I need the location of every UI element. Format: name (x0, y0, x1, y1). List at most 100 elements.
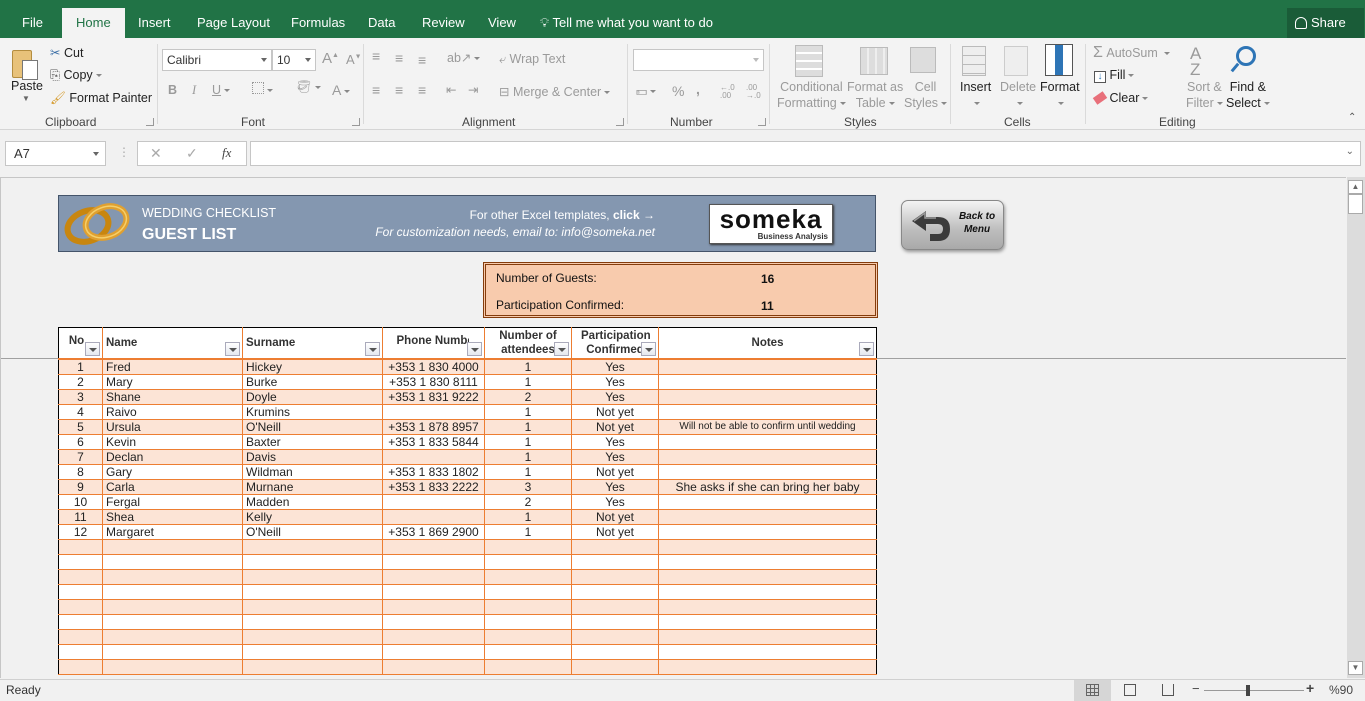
tab-insert[interactable]: Insert (136, 8, 173, 38)
cell-confirmed[interactable]: Not yet (571, 524, 659, 540)
cell-empty[interactable] (484, 644, 572, 660)
align-bottom-button[interactable]: ≡ (418, 52, 426, 68)
underline-button[interactable]: U (212, 83, 231, 97)
cell-phone[interactable] (382, 404, 485, 420)
cell-notes[interactable] (658, 524, 877, 540)
format-as-table-icon[interactable] (860, 47, 888, 75)
cell-name[interactable]: Fred (102, 358, 243, 375)
merge-center-button[interactable]: ⊟ Merge & Center (499, 84, 611, 99)
cell-surname[interactable]: Kelly (242, 509, 383, 525)
cell-empty[interactable] (242, 629, 383, 645)
magnifier-icon[interactable] (1236, 46, 1256, 66)
decrease-indent-button[interactable]: ⇤ (446, 82, 456, 97)
cell-empty[interactable] (242, 644, 383, 660)
paste-button[interactable]: Paste (11, 79, 43, 93)
cell-confirmed[interactable]: Yes (571, 449, 659, 465)
cell-empty[interactable] (484, 659, 572, 675)
cell-attendees[interactable]: 1 (484, 524, 572, 540)
percent-button[interactable]: % (672, 83, 684, 99)
cell-confirmed[interactable]: Yes (571, 358, 659, 375)
tab-data[interactable]: Data (366, 8, 397, 38)
cell-surname[interactable]: Wildman (242, 464, 383, 480)
clipboard-launcher-icon[interactable] (146, 118, 154, 126)
cell-confirmed[interactable]: Not yet (571, 419, 659, 435)
cell-empty[interactable] (102, 569, 243, 585)
sort-filter-button[interactable]: Sort & Filter (1186, 79, 1223, 111)
cell-empty[interactable] (484, 569, 572, 585)
worksheet[interactable]: WEDDING CHECKLIST GUEST LIST For other E… (0, 177, 1346, 678)
cell-empty[interactable] (58, 599, 103, 615)
cell-surname[interactable]: Baxter (242, 434, 383, 450)
cell-notes[interactable]: She asks if she can bring her baby (658, 479, 877, 495)
cell-empty[interactable] (382, 569, 485, 585)
tab-view[interactable]: View (486, 8, 518, 38)
fill-color-button[interactable]: 🪣︎ (296, 80, 321, 95)
cell-empty[interactable] (484, 539, 572, 555)
cell-empty[interactable] (58, 644, 103, 660)
cell-phone[interactable]: +353 1 830 8111 (382, 374, 485, 390)
cell-phone[interactable] (382, 449, 485, 465)
cell-phone[interactable]: +353 1 833 2222 (382, 479, 485, 495)
cell-empty[interactable] (382, 659, 485, 675)
cell-name[interactable]: Mary (102, 374, 243, 390)
cancel-icon[interactable]: ✕ (150, 145, 162, 162)
click-link[interactable]: click → (613, 208, 655, 222)
cell-name[interactable]: Margaret (102, 524, 243, 540)
insert-function-icon[interactable]: fx (222, 145, 231, 161)
cell-empty[interactable] (58, 659, 103, 675)
cell-confirmed[interactable]: Yes (571, 374, 659, 390)
cell-notes[interactable] (658, 434, 877, 450)
cell-empty[interactable] (382, 629, 485, 645)
shrink-font-button[interactable]: A▼ (346, 52, 362, 67)
cell-surname[interactable]: Doyle (242, 389, 383, 405)
cell-attendees[interactable]: 3 (484, 479, 572, 495)
cell-empty[interactable] (102, 539, 243, 555)
cell-name[interactable]: Gary (102, 464, 243, 480)
cell-empty[interactable] (382, 539, 485, 555)
cell-surname[interactable]: Burke (242, 374, 383, 390)
cell-empty[interactable] (658, 659, 877, 675)
fill-button[interactable]: ↓ Fill (1094, 68, 1135, 83)
decrease-decimal-button[interactable]: .00 →.0 (746, 84, 764, 100)
paste-icon[interactable] (10, 46, 40, 82)
cell-confirmed[interactable]: Not yet (571, 509, 659, 525)
delete-cells-icon[interactable] (1004, 46, 1028, 76)
cell-empty[interactable] (102, 584, 243, 600)
cell-confirmed[interactable]: Yes (571, 389, 659, 405)
cell-no[interactable]: 8 (58, 464, 103, 480)
cell-attendees[interactable]: 1 (484, 464, 572, 480)
cell-no[interactable]: 12 (58, 524, 103, 540)
align-right-button[interactable]: ≡ (418, 82, 426, 98)
cell-surname[interactable]: O'Neill (242, 524, 383, 540)
conditional-formatting-button[interactable]: Conditional Formatting (777, 79, 846, 111)
cell-styles-icon[interactable] (910, 47, 936, 73)
cell-attendees[interactable]: 1 (484, 449, 572, 465)
cell-phone[interactable]: +353 1 830 4000 (382, 358, 485, 375)
cell-attendees[interactable]: 1 (484, 419, 572, 435)
cell-no[interactable]: 4 (58, 404, 103, 420)
cell-empty[interactable] (382, 644, 485, 660)
cell-empty[interactable] (571, 584, 659, 600)
format-painter-button[interactable]: 🖌︎ Format Painter (50, 91, 152, 106)
cell-empty[interactable] (382, 554, 485, 570)
filter-dropdown-icon[interactable] (859, 341, 874, 356)
normal-view-button[interactable] (1074, 680, 1111, 701)
conditional-formatting-icon[interactable] (795, 45, 823, 77)
cell-empty[interactable] (242, 659, 383, 675)
tab-formulas[interactable]: Formulas (289, 8, 347, 38)
email-text[interactable]: For customization needs, email to: info@… (375, 225, 655, 239)
cell-surname[interactable]: Hickey (242, 358, 383, 375)
page-layout-view-icon[interactable] (1124, 684, 1136, 696)
find-select-button[interactable]: Find & Select (1226, 79, 1270, 111)
cell-empty[interactable] (571, 599, 659, 615)
cell-phone[interactable]: +353 1 831 9222 (382, 389, 485, 405)
increase-indent-button[interactable]: ⇥ (468, 82, 478, 97)
bold-button[interactable]: B (168, 83, 177, 97)
cell-empty[interactable] (658, 569, 877, 585)
cell-empty[interactable] (571, 539, 659, 555)
cell-notes[interactable] (658, 464, 877, 480)
autosum-button[interactable]: Σ AutoSum (1093, 44, 1171, 62)
scroll-up-icon[interactable]: ▲ (1348, 180, 1363, 194)
vertical-scrollbar[interactable]: ▲ ▼ (1347, 177, 1365, 678)
align-middle-button[interactable]: ≡ (395, 50, 403, 66)
